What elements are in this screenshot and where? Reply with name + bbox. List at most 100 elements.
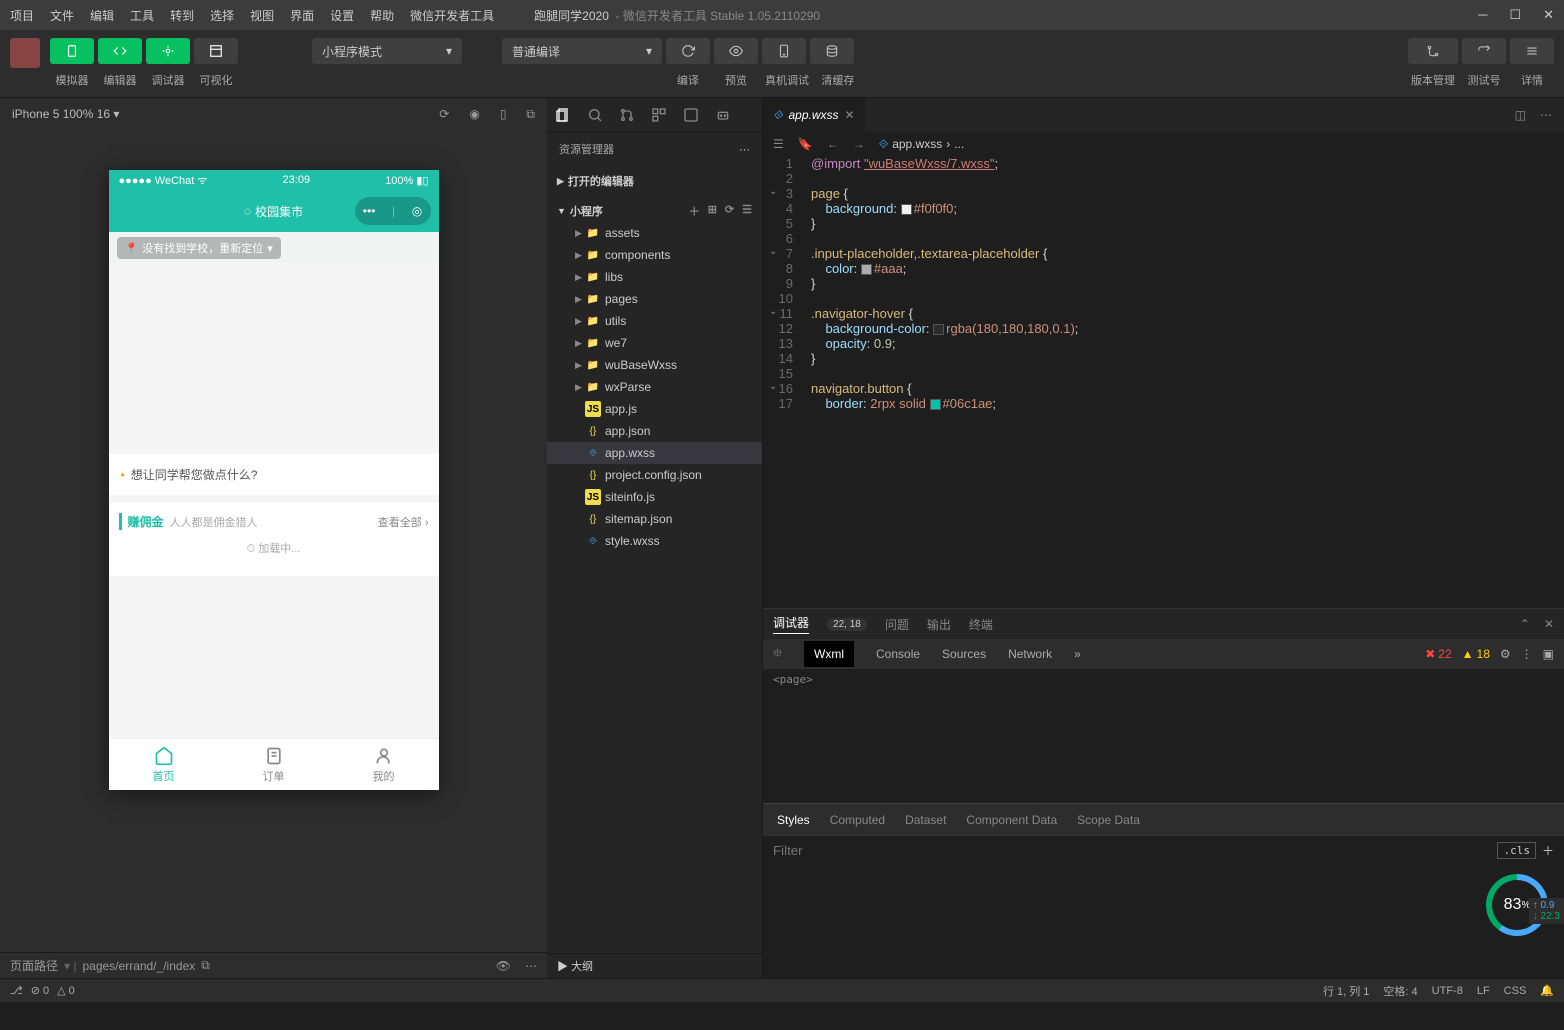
extensions-icon[interactable] — [651, 107, 667, 123]
split-icon[interactable]: ◫ — [1515, 108, 1526, 122]
cursor-position[interactable]: 行 1, 列 1 — [1323, 983, 1369, 999]
devtab-network[interactable]: Network — [1008, 647, 1052, 661]
git-icon[interactable] — [619, 107, 635, 123]
refresh-icon[interactable]: ⟳ — [439, 107, 449, 122]
more-icon[interactable]: ⋯ — [739, 143, 750, 156]
eol-info[interactable]: LF — [1477, 985, 1490, 997]
testid-button[interactable] — [1462, 38, 1506, 64]
minimize-button[interactable]: ─ — [1478, 7, 1487, 23]
nav-fwd-icon[interactable]: → — [853, 137, 865, 151]
terminal-tab[interactable]: 终端 — [969, 616, 993, 633]
output-tab[interactable]: 输出 — [927, 616, 951, 633]
tree-item-style-wxss[interactable]: ⟐style.wxss — [547, 530, 762, 552]
tree-item-libs[interactable]: ▶📁libs — [547, 266, 762, 288]
new-file-icon[interactable]: ＋ — [689, 203, 700, 219]
debugger-toggle[interactable] — [146, 38, 190, 64]
menu-tools[interactable]: 工具 — [130, 7, 154, 24]
scopedata-tab[interactable]: Scope Data — [1077, 813, 1140, 827]
menu-goto[interactable]: 转到 — [170, 7, 194, 24]
eye-icon[interactable]: 👁 — [496, 959, 511, 973]
popout-icon[interactable]: ⧉ — [526, 107, 535, 122]
version-button[interactable] — [1408, 38, 1458, 64]
indent-info[interactable]: 空格: 4 — [1383, 983, 1417, 999]
device-icon[interactable]: ▯ — [500, 107, 507, 122]
tree-item-siteinfo-js[interactable]: JSsiteinfo.js — [547, 486, 762, 508]
mode-dropdown[interactable]: 小程序模式▾ — [312, 38, 462, 64]
bookmark-icon[interactable]: 🔖 — [798, 137, 813, 151]
styles-filter-input[interactable] — [773, 843, 1497, 858]
close-button[interactable]: ✕ — [1543, 7, 1554, 23]
status-errors[interactable]: ⊘ 0 — [31, 984, 49, 997]
menu-settings[interactable]: 设置 — [330, 7, 354, 24]
inspect-icon[interactable]: ⯐ — [773, 644, 782, 665]
lang-info[interactable]: CSS — [1504, 985, 1527, 997]
compile-button[interactable] — [666, 38, 710, 64]
tree-item-app-js[interactable]: JSapp.js — [547, 398, 762, 420]
cls-toggle[interactable]: .cls — [1497, 842, 1536, 859]
editor-tab-appwxss[interactable]: ⟐ app.wxss ✕ — [763, 98, 865, 132]
code-editor[interactable]: 1@import "wuBaseWxss/7.wxss";2⌄3page {4 … — [763, 156, 1564, 608]
debugger-tab[interactable]: 调试器 — [773, 614, 809, 634]
tree-item-app-json[interactable]: {}app.json — [547, 420, 762, 442]
close-tab-icon[interactable]: ✕ — [845, 108, 855, 122]
more-tabs-icon[interactable]: » — [1074, 647, 1081, 661]
collapse-icon[interactable]: ☰ — [742, 203, 752, 219]
page-path[interactable]: pages/errand/_/index — [83, 959, 196, 973]
clear-cache-button[interactable] — [810, 38, 854, 64]
visual-toggle[interactable] — [194, 38, 238, 64]
remote-debug-button[interactable] — [762, 38, 806, 64]
gear-icon[interactable]: ⚙ — [1500, 647, 1511, 661]
tab-me[interactable]: 我的 — [329, 739, 439, 790]
tab-order[interactable]: 订单 — [219, 739, 329, 790]
menu-view[interactable]: 视图 — [250, 7, 274, 24]
nav-back-icon[interactable]: ← — [827, 137, 839, 151]
phone-body[interactable]: 想让同学帮您做点什么? 赚佣金 人人都是佣金猎人 查看全部 › ⏱ 加载中... — [109, 264, 439, 738]
menu-help[interactable]: 帮助 — [370, 7, 394, 24]
editor-toggle[interactable] — [98, 38, 142, 64]
refresh-icon[interactable]: ⟳ — [725, 203, 734, 219]
prompt-input[interactable]: 想让同学帮您做点什么? — [109, 454, 439, 495]
outline-section[interactable]: ▶ 大纲 — [547, 953, 762, 978]
device-selector[interactable]: iPhone 5 100% 16 ▾ — [12, 107, 119, 121]
location-button[interactable]: 📍 没有找到学校，重新定位 ▾ — [117, 237, 281, 259]
collapse-icon[interactable]: ⌃ — [1520, 617, 1530, 631]
project-section[interactable]: ▼小程序 ＋ ⊞ ⟳ ☰ — [547, 200, 762, 222]
close-icon[interactable]: ✕ — [1544, 617, 1554, 631]
new-folder-icon[interactable]: ⊞ — [708, 203, 717, 219]
tree-item-project-config-json[interactable]: {}project.config.json — [547, 464, 762, 486]
status-warnings[interactable]: △ 0 — [57, 984, 75, 997]
computed-tab[interactable]: Computed — [830, 813, 885, 827]
tree-item-wxParse[interactable]: ▶📁wxParse — [547, 376, 762, 398]
styles-tab[interactable]: Styles — [777, 813, 810, 827]
toc-icon[interactable]: ☰ — [773, 137, 784, 151]
files-icon[interactable] — [555, 107, 571, 123]
tab-home[interactable]: 首页 — [109, 739, 219, 790]
user-avatar[interactable] — [10, 38, 40, 68]
dataset-tab[interactable]: Dataset — [905, 813, 946, 827]
menu-wechatdev[interactable]: 微信开发者工具 — [410, 7, 494, 24]
search-icon[interactable] — [587, 107, 603, 123]
detail-button[interactable] — [1510, 38, 1554, 64]
record-icon[interactable]: ◉ — [469, 107, 479, 122]
preview-button[interactable] — [714, 38, 758, 64]
encoding-info[interactable]: UTF-8 — [1432, 985, 1463, 997]
warning-count[interactable]: ▲ 18 — [1462, 647, 1490, 661]
tree-item-components[interactable]: ▶📁components — [547, 244, 762, 266]
view-all-link[interactable]: 查看全部 › — [378, 514, 429, 530]
componentdata-tab[interactable]: Component Data — [966, 813, 1057, 827]
open-editors-section[interactable]: ▶打开的编辑器 — [547, 170, 762, 192]
kebab-icon[interactable]: ⋮ — [1521, 647, 1533, 661]
breadcrumb-file[interactable]: ⟐ app.wxss › ... — [879, 137, 965, 152]
menu-ui[interactable]: 界面 — [290, 7, 314, 24]
dock-icon[interactable]: ▣ — [1543, 647, 1554, 661]
tree-item-sitemap-json[interactable]: {}sitemap.json — [547, 508, 762, 530]
tree-item-we7[interactable]: ▶📁we7 — [547, 332, 762, 354]
tree-item-app-wxss[interactable]: ⟐app.wxss — [547, 442, 762, 464]
devtab-sources[interactable]: Sources — [942, 647, 986, 661]
tree-item-assets[interactable]: ▶📁assets — [547, 222, 762, 244]
menu-file[interactable]: 文件 — [50, 7, 74, 24]
capsule-button[interactable]: ••• | ◎ — [355, 197, 431, 225]
wxml-content[interactable]: <page> — [763, 669, 1564, 690]
branch-icon[interactable]: ⎇ — [10, 984, 23, 997]
components-icon[interactable] — [683, 107, 699, 123]
